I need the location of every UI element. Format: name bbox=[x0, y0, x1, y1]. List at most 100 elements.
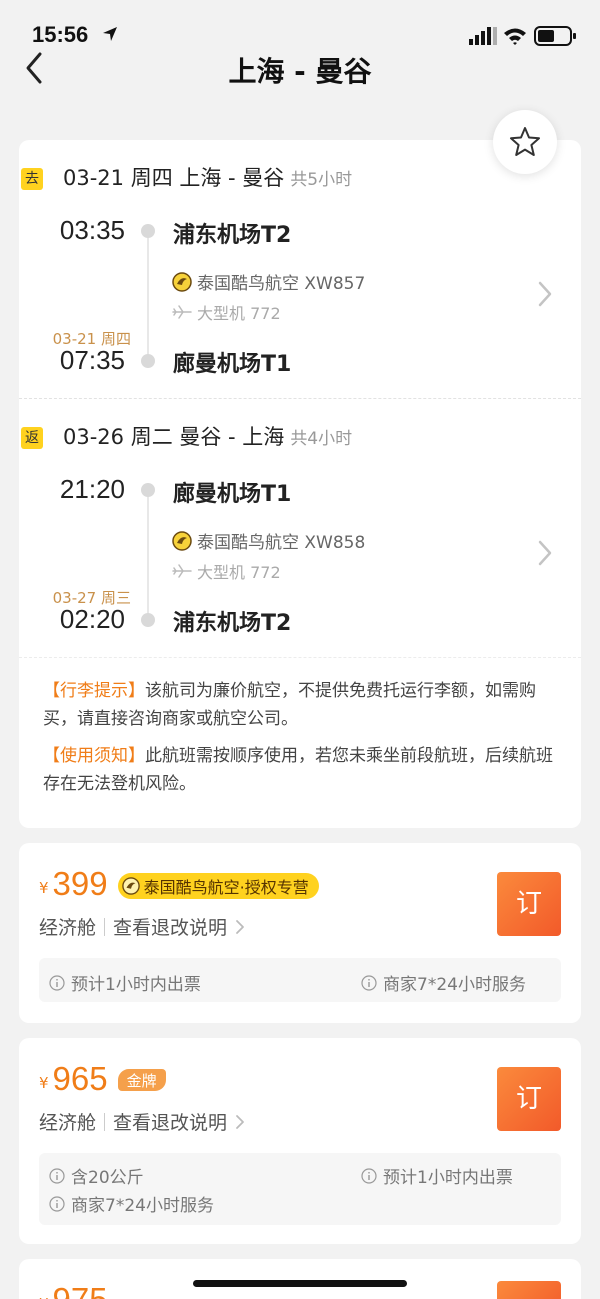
divider bbox=[104, 1112, 106, 1131]
wifi-icon bbox=[504, 28, 526, 45]
fare-offer-card[interactable]: ¥ 399 泰国酷鸟航空·授权专营 经济舱 查看退改说明 订 预计1小时内出票 bbox=[19, 843, 581, 1023]
info-icon bbox=[49, 1167, 65, 1184]
gold-seller-tag: 金牌 bbox=[117, 1069, 166, 1091]
star-icon bbox=[510, 127, 540, 156]
arrival-time: 07:35 bbox=[59, 345, 125, 375]
authorized-seller-tag: 泰国酷鸟航空·授权专营 bbox=[117, 873, 319, 899]
refund-rules-link[interactable]: 查看退改说明 bbox=[113, 1108, 245, 1135]
fare-offer-card[interactable]: ¥ 975 bbox=[19, 1259, 581, 1299]
status-bar: 15:56 bbox=[0, 0, 600, 50]
notice-title: 【行李提示】 bbox=[43, 681, 145, 701]
outbound-badge: 去 bbox=[21, 168, 43, 190]
usage-notice: 【使用须知】此航班需按顺序使用，若您未乘坐前段航班，后续航班存在无法登机风险。 bbox=[43, 742, 557, 798]
fare-offer-card[interactable]: ¥ 965 金牌 经济舱 查看退改说明 订 含20公斤 预计1小时内出票 商家7… bbox=[19, 1038, 581, 1244]
info-icon bbox=[49, 1195, 65, 1212]
book-button[interactable]: 订 bbox=[497, 872, 561, 936]
refund-rules-label: 查看退改说明 bbox=[113, 1112, 228, 1134]
currency-symbol: ¥ bbox=[39, 879, 49, 897]
price-row: ¥ 975 bbox=[39, 1281, 108, 1299]
info-text: 预计1小时内出票 bbox=[71, 975, 201, 995]
plane-icon bbox=[172, 305, 192, 319]
plane-icon bbox=[172, 564, 192, 578]
info-item: 预计1小时内出票 bbox=[49, 970, 201, 995]
departure-time: 21:20 bbox=[59, 474, 125, 504]
segment-duration: 共5小时 bbox=[290, 170, 353, 190]
cabin-row: 经济舱 查看退改说明 bbox=[39, 1108, 245, 1135]
location-arrow-icon bbox=[103, 27, 117, 41]
return-badge: 返 bbox=[21, 427, 43, 449]
info-text: 含20公斤 bbox=[71, 1168, 144, 1188]
airline-logo-icon bbox=[172, 530, 192, 551]
favorite-button[interactable] bbox=[493, 110, 557, 174]
timeline-dot bbox=[141, 354, 155, 368]
price-value: 975 bbox=[53, 1281, 108, 1299]
info-item: 商家7*24小时服务 bbox=[49, 1191, 214, 1216]
aircraft-info: 大型机 772 bbox=[172, 559, 281, 583]
info-item: 含20公斤 bbox=[49, 1163, 144, 1188]
divider bbox=[104, 917, 106, 936]
info-icon bbox=[361, 974, 377, 991]
book-button[interactable]: 订 bbox=[497, 1067, 561, 1131]
info-icon bbox=[361, 1167, 377, 1184]
airline-flight-number: 泰国酷鸟航空 XW858 bbox=[197, 533, 366, 553]
timeline-line bbox=[147, 238, 149, 354]
notice-title: 【使用须知】 bbox=[43, 746, 145, 766]
tag-label: 泰国酷鸟航空·授权专营 bbox=[143, 878, 309, 897]
aircraft-type: 大型机 772 bbox=[197, 304, 281, 323]
chevron-right-icon bbox=[236, 919, 244, 934]
segment-date-route: 03-26 周二 曼谷 - 上海 bbox=[63, 425, 285, 449]
departure-airport: 廊曼机场T1 bbox=[173, 482, 292, 507]
cabin-row: 经济舱 查看退改说明 bbox=[39, 913, 245, 940]
battery-icon bbox=[534, 26, 576, 46]
aircraft-info: 大型机 772 bbox=[172, 300, 281, 324]
currency-symbol: ¥ bbox=[39, 1295, 49, 1299]
departure-airport: 浦东机场T2 bbox=[173, 223, 292, 248]
price-row: ¥ 399 泰国酷鸟航空·授权专营 bbox=[39, 865, 319, 903]
segment-date-route: 03-21 周四 上海 - 曼谷 bbox=[63, 166, 285, 190]
flight-detail-card: 去 03-21 周四 上海 - 曼谷 共5小时 03:35 浦东机场T2 泰国酷鸟… bbox=[19, 140, 581, 828]
airline-info: 泰国酷鸟航空 XW857 bbox=[172, 269, 365, 294]
info-text: 商家7*24小时服务 bbox=[71, 1196, 214, 1216]
chevron-right-icon bbox=[236, 1114, 244, 1129]
refund-rules-label: 查看退改说明 bbox=[113, 917, 228, 939]
cabin-class: 经济舱 bbox=[39, 1112, 97, 1134]
departure-time: 03:35 bbox=[59, 215, 125, 245]
airline-logo-icon bbox=[121, 877, 140, 895]
home-indicator[interactable] bbox=[193, 1280, 407, 1287]
info-item: 预计1小时内出票 bbox=[361, 1163, 513, 1188]
segment-duration: 共4小时 bbox=[290, 429, 353, 449]
price-value: 399 bbox=[52, 865, 108, 902]
cabin-class: 经济舱 bbox=[39, 917, 97, 939]
timeline-dot bbox=[141, 483, 155, 497]
refund-rules-link[interactable]: 查看退改说明 bbox=[113, 913, 245, 940]
timeline-dot bbox=[141, 224, 155, 238]
chevron-right-icon[interactable] bbox=[537, 280, 553, 308]
airline-flight-number: 泰国酷鸟航空 XW857 bbox=[197, 274, 366, 294]
info-text: 商家7*24小时服务 bbox=[383, 975, 526, 995]
arrival-airport: 浦东机场T2 bbox=[173, 611, 292, 636]
notes-divider bbox=[19, 657, 581, 658]
airline-logo-icon bbox=[172, 271, 192, 292]
service-info-box: 预计1小时内出票 商家7*24小时服务 bbox=[39, 958, 561, 1002]
currency-symbol: ¥ bbox=[39, 1074, 49, 1092]
info-item: 商家7*24小时服务 bbox=[361, 970, 526, 995]
price-value: 965 bbox=[52, 1060, 108, 1097]
status-time: 15:56 bbox=[32, 22, 89, 47]
timeline-line bbox=[147, 497, 149, 613]
return-segment[interactable]: 返 03-26 周二 曼谷 - 上海 共4小时 21:20 廊曼机场T1 泰国酷鸟… bbox=[19, 399, 581, 657]
outbound-segment[interactable]: 去 03-21 周四 上海 - 曼谷 共5小时 03:35 浦东机场T2 泰国酷鸟… bbox=[19, 140, 581, 398]
aircraft-type: 大型机 772 bbox=[197, 563, 281, 582]
page-title: 上海 - 曼谷 bbox=[228, 55, 372, 88]
segment-header: 03-21 周四 上海 - 曼谷 共5小时 bbox=[63, 162, 352, 192]
chevron-right-icon[interactable] bbox=[537, 539, 553, 567]
book-button[interactable] bbox=[497, 1281, 561, 1299]
airline-info: 泰国酷鸟航空 XW858 bbox=[172, 528, 365, 553]
info-icon bbox=[49, 974, 65, 991]
price-row: ¥ 965 金牌 bbox=[39, 1060, 166, 1098]
timeline-dot bbox=[141, 613, 155, 627]
service-info-box: 含20公斤 预计1小时内出票 商家7*24小时服务 bbox=[39, 1153, 561, 1225]
arrival-airport: 廊曼机场T1 bbox=[173, 352, 292, 377]
segment-header: 03-26 周二 曼谷 - 上海 共4小时 bbox=[63, 421, 352, 451]
arrival-time: 02:20 bbox=[59, 604, 125, 634]
signal-icon bbox=[469, 27, 497, 45]
